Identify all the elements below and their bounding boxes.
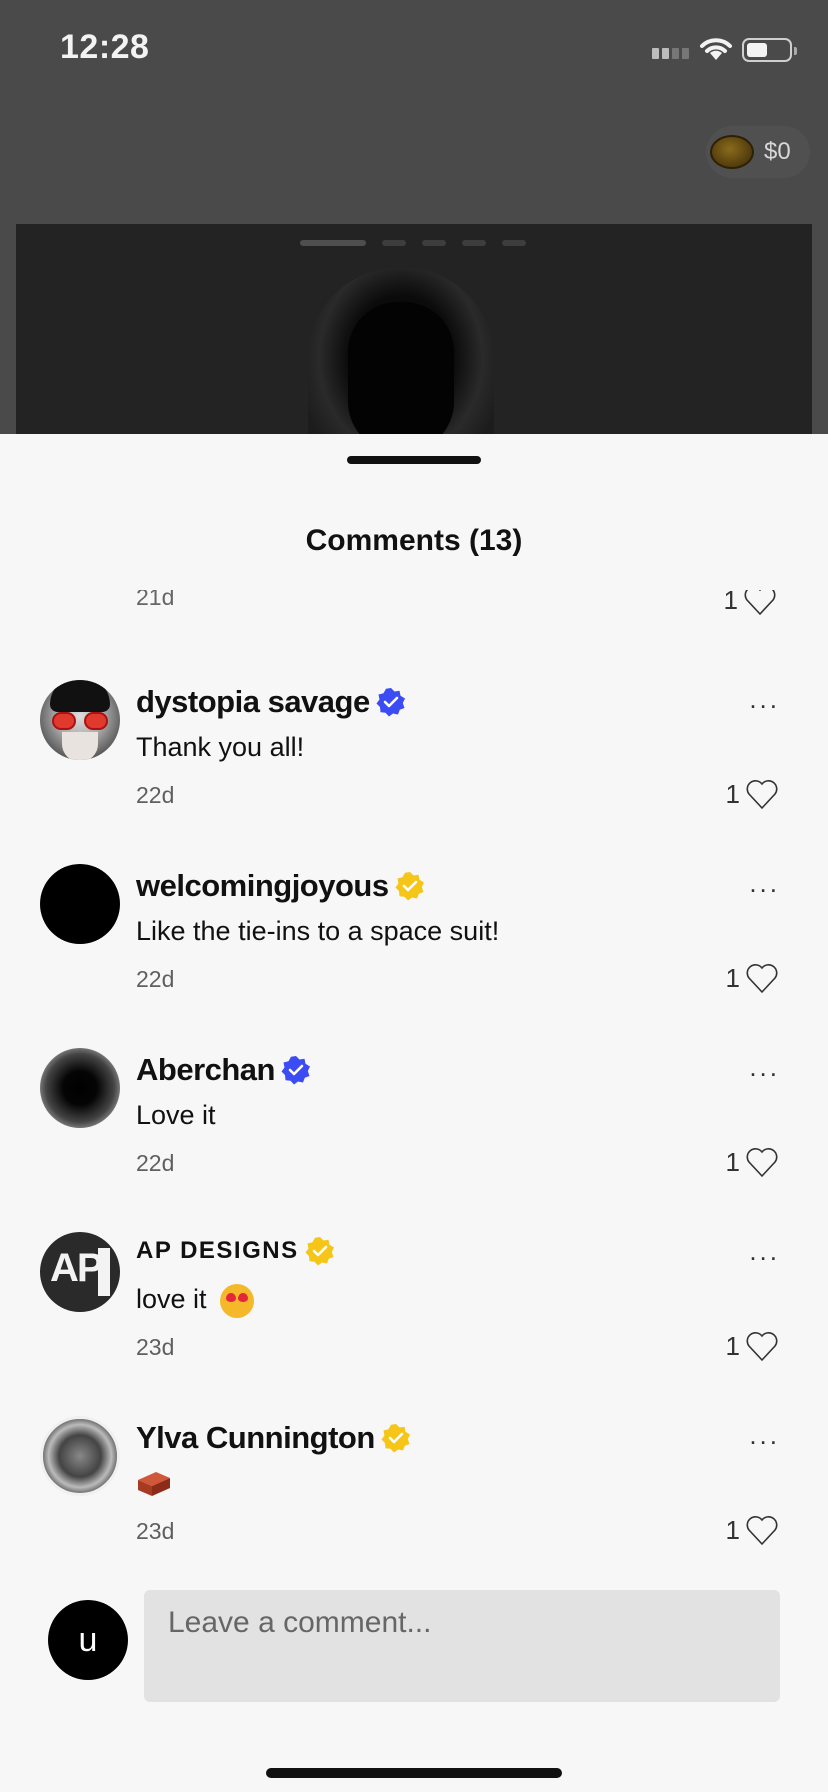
cellular-signal-icon <box>652 48 689 59</box>
avatar-logo-text: AP <box>50 1246 104 1290</box>
like-count: 1 <box>725 778 740 809</box>
comment-text <box>136 1468 172 1505</box>
like-control[interactable]: 1 <box>726 778 780 810</box>
comment-text: Thank you all! <box>136 732 305 762</box>
pager-dot <box>502 240 526 246</box>
avatar[interactable] <box>40 864 120 944</box>
list-item-partial: 21d 1 <box>0 590 828 620</box>
like-control[interactable]: 1 <box>726 1146 780 1178</box>
like-control[interactable]: 1 <box>724 590 778 616</box>
comments-list[interactable]: 21d 1 dystopia savage Thank you all! 22d… <box>0 590 828 1576</box>
like-count: 1 <box>725 1146 740 1177</box>
current-user-avatar[interactable]: u <box>48 1600 128 1680</box>
comment-text: Love it <box>136 1100 216 1130</box>
comment-age: 22d <box>136 966 175 992</box>
like-count: 1 <box>725 1330 740 1361</box>
like-control[interactable]: 1 <box>726 1330 780 1362</box>
comment-age: 23d <box>136 1518 175 1544</box>
comment-username[interactable]: AP DESIGNS <box>136 1237 299 1265</box>
wifi-icon <box>700 38 732 60</box>
heart-eyes-emoji-icon <box>220 1284 255 1318</box>
wallet-balance-chip[interactable]: $0 <box>706 126 810 178</box>
verified-badge-icon <box>395 872 424 901</box>
comment-username[interactable]: Aberchan <box>136 1052 275 1088</box>
comment-age: 22d <box>136 782 175 808</box>
comment-age: 21d <box>136 590 175 610</box>
brick-emoji-icon <box>138 1472 170 1496</box>
comment-age: 22d <box>136 1150 175 1176</box>
pager-dot <box>422 240 446 246</box>
heart-icon[interactable] <box>744 1146 780 1178</box>
more-options-button[interactable]: ... <box>749 868 780 899</box>
verified-badge-icon <box>305 1237 334 1266</box>
heart-icon[interactable] <box>744 962 780 994</box>
sheet-grabber[interactable] <box>347 456 481 464</box>
comments-sheet: Comments (13) 21d 1 dystopia savage Than… <box>0 434 828 1792</box>
avatar[interactable] <box>40 1048 120 1128</box>
battery-icon <box>742 38 797 62</box>
like-count: 1 <box>725 1514 740 1545</box>
status-time: 12:28 <box>60 28 150 66</box>
like-count: 1 <box>723 590 738 615</box>
heart-icon[interactable] <box>742 590 778 616</box>
coin-icon <box>710 135 754 169</box>
list-item: dystopia savage Thank you all! 22d ... 1 <box>0 680 828 864</box>
comment-text: Like the tie-ins to a space suit! <box>136 916 500 946</box>
list-item: AP AP DESIGNS love it 23d ... 1 <box>0 1232 828 1416</box>
comment-composer: u <box>0 1590 828 1720</box>
list-item: Aberchan Love it 22d ... 1 <box>0 1048 828 1232</box>
sheet-title: Comments (13) <box>305 524 523 557</box>
avatar[interactable] <box>40 1416 120 1496</box>
more-options-button[interactable]: ... <box>749 1052 780 1083</box>
like-count: 1 <box>725 962 740 993</box>
list-item: welcomingjoyous Like the tie-ins to a sp… <box>0 864 828 1048</box>
status-bar: 12:28 <box>0 0 828 100</box>
avatar[interactable]: AP <box>40 1232 120 1312</box>
verified-badge-icon <box>281 1056 310 1085</box>
heart-icon[interactable] <box>744 1514 780 1546</box>
pager-dot <box>462 240 486 246</box>
product-image-carousel[interactable] <box>16 224 812 434</box>
heart-icon[interactable] <box>744 778 780 810</box>
avatar[interactable] <box>40 680 120 760</box>
wallet-amount: $0 <box>764 138 791 165</box>
comment-text: love it <box>136 1284 255 1318</box>
comment-username[interactable]: welcomingjoyous <box>136 868 389 904</box>
like-control[interactable]: 1 <box>726 962 780 994</box>
more-options-button[interactable]: ... <box>749 1420 780 1451</box>
comment-input[interactable] <box>144 1590 780 1702</box>
like-control[interactable]: 1 <box>726 1514 780 1546</box>
heart-icon[interactable] <box>744 1330 780 1362</box>
more-options-button[interactable]: ... <box>749 1236 780 1267</box>
comment-username[interactable]: dystopia savage <box>136 684 370 720</box>
comment-age: 23d <box>136 1334 175 1360</box>
pager-dot <box>382 240 406 246</box>
verified-badge-icon <box>376 688 405 717</box>
verified-badge-icon <box>381 1424 410 1453</box>
more-options-button[interactable]: ... <box>749 684 780 715</box>
comment-username[interactable]: Ylva Cunnington <box>136 1420 375 1456</box>
carousel-pager <box>300 240 526 246</box>
home-indicator <box>266 1768 562 1778</box>
list-item: Ylva Cunnington 23d ... 1 <box>0 1416 828 1576</box>
pager-dot-active <box>300 240 366 246</box>
